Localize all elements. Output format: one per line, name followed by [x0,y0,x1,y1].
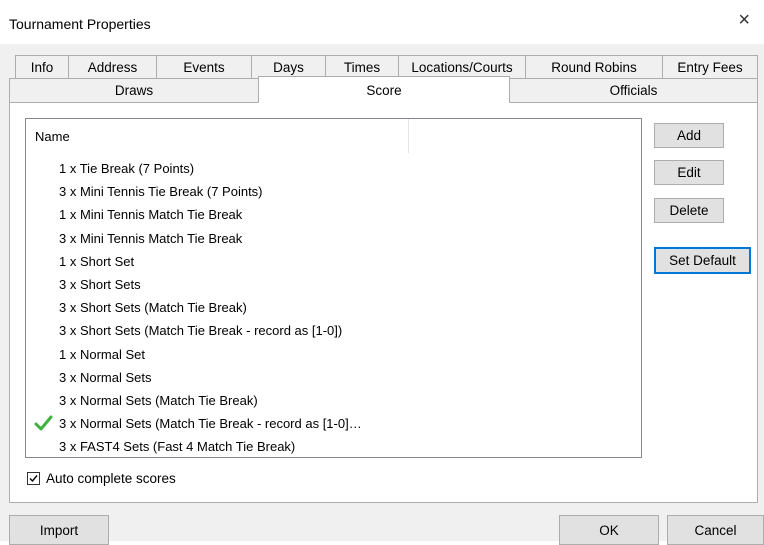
list-item-label: 3 x Normal Sets [59,369,152,385]
list-item[interactable]: 3 x Mini Tennis Tie Break (7 Points) [26,180,641,203]
list-column-header: Name [26,119,641,153]
column-name-header[interactable]: Name [26,119,409,153]
list-item-label: 3 x Mini Tennis Tie Break (7 Points) [59,184,263,200]
list-item-label: 3 x Mini Tennis Match Tie Break [59,230,243,246]
list-item[interactable]: 1 x Short Set [26,250,641,273]
list-item-label: 1 x Tie Break (7 Points) [59,161,195,176]
list-item-label: 3 x Normal Sets (Match Tie Break) [59,393,258,408]
tab-draws[interactable]: Draws [9,78,259,103]
auto-complete-label: Auto complete scores [46,470,176,486]
list-item[interactable]: 3 x Short Sets [26,273,641,296]
list-item-label: 1 x Normal Set [59,346,145,362]
list-item[interactable]: 1 x Mini Tennis Match Tie Break [26,203,641,226]
tab-events[interactable]: Events [156,55,252,79]
list-item-label: 1 x Mini Tennis Match Tie Break [59,207,243,223]
list-item[interactable]: 3 x Short Sets (Match Tie Break) [26,296,641,319]
list-item[interactable]: 3 x Short Sets (Match Tie Break - record… [26,319,641,342]
tab-entry-fees[interactable]: Entry Fees [662,55,758,79]
tab-officials[interactable]: Officials [509,78,758,103]
score-format-list[interactable]: Name 1 x Tie Break (7 Points) 3 x Mini Te… [25,118,642,458]
tab-address[interactable]: Address [68,55,157,79]
list-item[interactable]: 1 x Normal Set [26,343,641,366]
list-item[interactable]: 3 x FAST4 Sets (Fast 4 Match Tie Break) [26,435,641,458]
list-item-label: 3 x FAST4 Sets (Fast 4 Match Tie Break) [59,439,296,455]
list-item[interactable]: 3 x Normal Sets (Match Tie Break) [26,389,641,412]
close-icon[interactable]: × [738,10,750,30]
list-item[interactable]: 3 x Mini Tennis Match Tie Break [26,227,641,250]
checkmark-icon [29,474,38,482]
tab-score[interactable]: Score [258,76,510,103]
list-item[interactable]: 3 x Normal Sets [26,366,641,389]
list-item[interactable]: 3 x Normal Sets (Match Tie Break - recor… [26,412,641,435]
tab-round-robins[interactable]: Round Robins [525,55,663,79]
auto-complete-checkbox[interactable] [27,471,40,485]
list-item-label: 3 x Normal Sets (Match Tie Break - recor… [59,416,362,432]
delete-button[interactable]: Delete [654,198,724,223]
set-default-button[interactable]: Set Default [654,247,751,274]
title-bar: Tournament Properties × [0,0,764,44]
window-title: Tournament Properties [9,16,151,32]
list-item[interactable]: 1 x Tie Break (7 Points) [26,157,641,180]
add-button[interactable]: Add [654,123,724,148]
list-item-label: 3 x Short Sets [59,277,141,292]
list-item-label: 1 x Short Set [59,253,135,269]
edit-button[interactable]: Edit [654,160,724,185]
tab-info[interactable]: Info [15,55,69,79]
check-icon [31,412,55,435]
list-item-label: 3 x Short Sets (Match Tie Break) [59,300,247,316]
list-item-label: 3 x Short Sets (Match Tie Break - record… [59,323,343,339]
auto-complete-option[interactable]: Auto complete scores [27,469,176,487]
